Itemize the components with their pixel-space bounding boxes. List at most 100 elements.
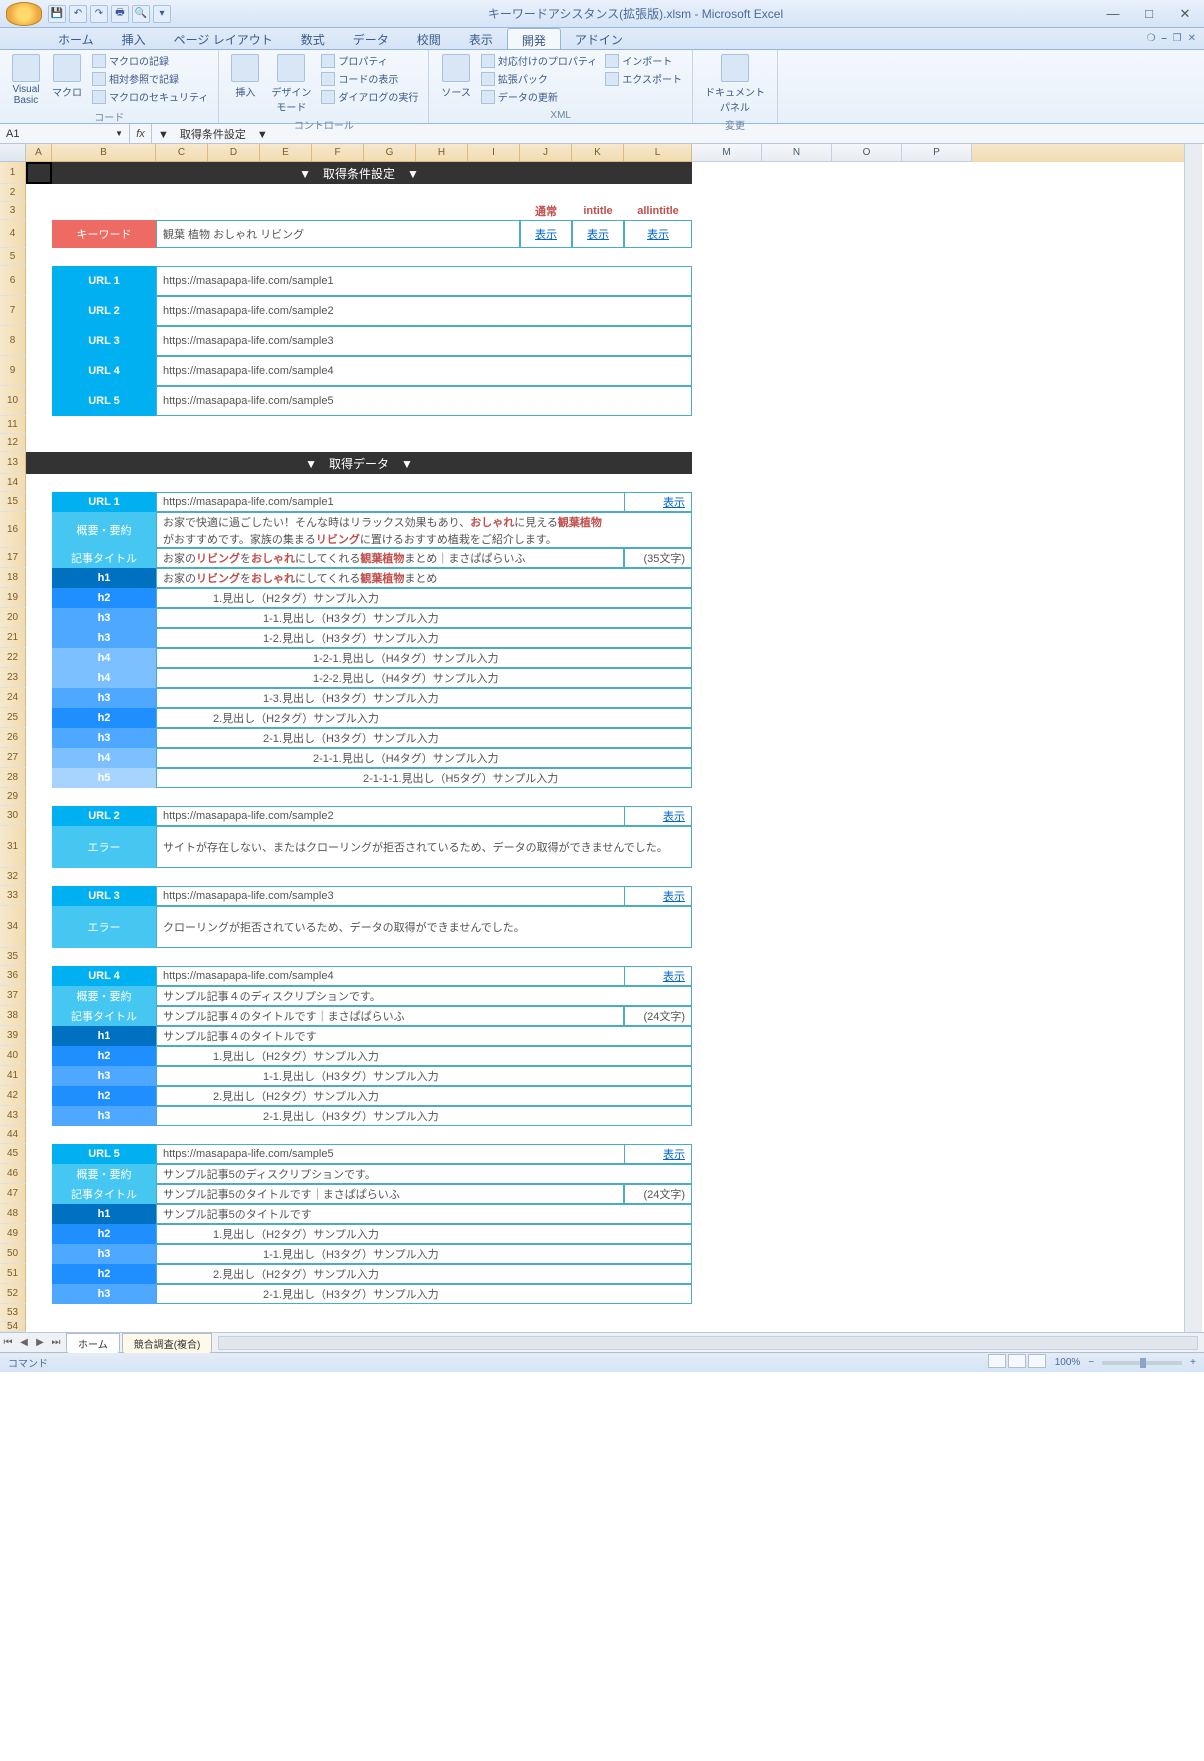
zoom-slider[interactable] [1102,1361,1182,1365]
name-box[interactable]: A1▼ [0,124,130,143]
col-header-E[interactable]: E [260,144,312,162]
row-header-32[interactable]: 32 [0,868,26,886]
qat-more-icon[interactable]: ▾ [153,5,171,23]
minimize-button[interactable]: — [1100,5,1126,23]
row-header-46[interactable]: 46 [0,1164,26,1184]
select-all-corner[interactable] [0,144,26,162]
data-show-4[interactable]: 表示 [624,966,692,986]
url-input-4[interactable]: https://masapapa-life.com/sample4 [156,356,692,386]
row-header-41[interactable]: 41 [0,1066,26,1086]
show-link-1[interactable]: 表示 [572,220,624,248]
maximize-button[interactable]: □ [1136,5,1162,23]
row-header-16[interactable]: 16 [0,512,26,548]
data-show-2[interactable]: 表示 [624,806,692,826]
row-header-53[interactable]: 53 [0,1304,26,1322]
row-header-17[interactable]: 17 [0,548,26,568]
import-button[interactable]: インポート [603,52,684,69]
row-header-1[interactable]: 1 [0,162,26,184]
row-header-21[interactable]: 21 [0,628,26,648]
first-sheet-icon[interactable]: ⏮ [0,1337,16,1348]
col-header-K[interactable]: K [572,144,624,162]
col-header-C[interactable]: C [156,144,208,162]
refresh-data-button[interactable]: データの更新 [479,88,599,105]
sheet-tab-competition[interactable]: 競合調査(複合) [122,1333,213,1353]
row-header-14[interactable]: 14 [0,474,26,492]
chevron-down-icon[interactable]: ▼ [115,129,123,138]
row-header-25[interactable]: 25 [0,708,26,728]
row-header-9[interactable]: 9 [0,356,26,386]
col-header-L[interactable]: L [624,144,692,162]
relative-ref-button[interactable]: 相対参照で記録 [90,70,210,87]
url-input-1[interactable]: https://masapapa-life.com/sample1 [156,266,692,296]
last-sheet-icon[interactable]: ⏭ [48,1337,64,1348]
vertical-scrollbar[interactable] [1184,144,1202,1332]
row-header-15[interactable]: 15 [0,492,26,512]
show-link-0[interactable]: 表示 [520,220,572,248]
row-header-5[interactable]: 5 [0,248,26,266]
row-header-2[interactable]: 2 [0,184,26,202]
next-sheet-icon[interactable]: ▶ [32,1337,48,1348]
row-header-8[interactable]: 8 [0,326,26,356]
office-button[interactable] [6,2,42,26]
view-code-button[interactable]: コードの表示 [319,70,420,87]
col-header-A[interactable]: A [26,144,52,162]
row-header-7[interactable]: 7 [0,296,26,326]
row-header-24[interactable]: 24 [0,688,26,708]
visual-basic-button[interactable]: Visual Basic [8,52,44,108]
col-header-J[interactable]: J [520,144,572,162]
row-header-35[interactable]: 35 [0,948,26,966]
data-show-1[interactable]: 表示 [624,492,692,512]
row-header-40[interactable]: 40 [0,1046,26,1066]
col-header-B[interactable]: B [52,144,156,162]
col-header-H[interactable]: H [416,144,468,162]
row-header-10[interactable]: 10 [0,386,26,416]
help-icon[interactable]: ❍ [1147,33,1156,44]
tab-review[interactable]: 校閲 [403,28,455,49]
row-header-12[interactable]: 12 [0,434,26,452]
col-header-O[interactable]: O [832,144,902,162]
show-link-2[interactable]: 表示 [624,220,692,248]
col-header-M[interactable]: M [692,144,762,162]
row-header-49[interactable]: 49 [0,1224,26,1244]
tab-view[interactable]: 表示 [455,28,507,49]
row-header-23[interactable]: 23 [0,668,26,688]
row-header-48[interactable]: 48 [0,1204,26,1224]
zoom-out-button[interactable]: − [1088,1357,1094,1368]
row-header-20[interactable]: 20 [0,608,26,628]
col-header-F[interactable]: F [312,144,364,162]
document-panel-button[interactable]: ドキュメント パネル [701,52,769,116]
row-header-13[interactable]: 13 [0,452,26,474]
undo-icon[interactable]: ↶ [69,5,87,23]
col-header-N[interactable]: N [762,144,832,162]
row-header-22[interactable]: 22 [0,648,26,668]
tab-home[interactable]: ホーム [44,28,108,49]
row-header-50[interactable]: 50 [0,1244,26,1264]
row-header-30[interactable]: 30 [0,806,26,826]
row-header-51[interactable]: 51 [0,1264,26,1284]
row-header-54[interactable]: 54 [0,1322,26,1332]
row-header-27[interactable]: 27 [0,748,26,768]
view-buttons[interactable] [987,1354,1047,1371]
row-header-33[interactable]: 33 [0,886,26,906]
row-header-42[interactable]: 42 [0,1086,26,1106]
data-show-5[interactable]: 表示 [624,1144,692,1164]
row-header-38[interactable]: 38 [0,1006,26,1026]
row-header-26[interactable]: 26 [0,728,26,748]
sheet-tab-home[interactable]: ホーム [66,1333,120,1353]
row-header-11[interactable]: 11 [0,416,26,434]
col-header-G[interactable]: G [364,144,416,162]
tab-insert[interactable]: 挿入 [108,28,160,49]
row-header-19[interactable]: 19 [0,588,26,608]
row-header-4[interactable]: 4 [0,220,26,248]
tab-addin[interactable]: アドイン [561,28,637,49]
xml-source-button[interactable]: ソース [437,52,475,101]
col-header-P[interactable]: P [902,144,972,162]
col-header-D[interactable]: D [208,144,260,162]
tab-pagelayout[interactable]: ページ レイアウト [160,28,287,49]
row-header-39[interactable]: 39 [0,1026,26,1046]
row-header-52[interactable]: 52 [0,1284,26,1304]
url-input-5[interactable]: https://masapapa-life.com/sample5 [156,386,692,416]
macros-button[interactable]: マクロ [48,52,86,101]
tab-developer[interactable]: 開発 [507,28,561,49]
zoom-level[interactable]: 100% [1055,1357,1081,1368]
